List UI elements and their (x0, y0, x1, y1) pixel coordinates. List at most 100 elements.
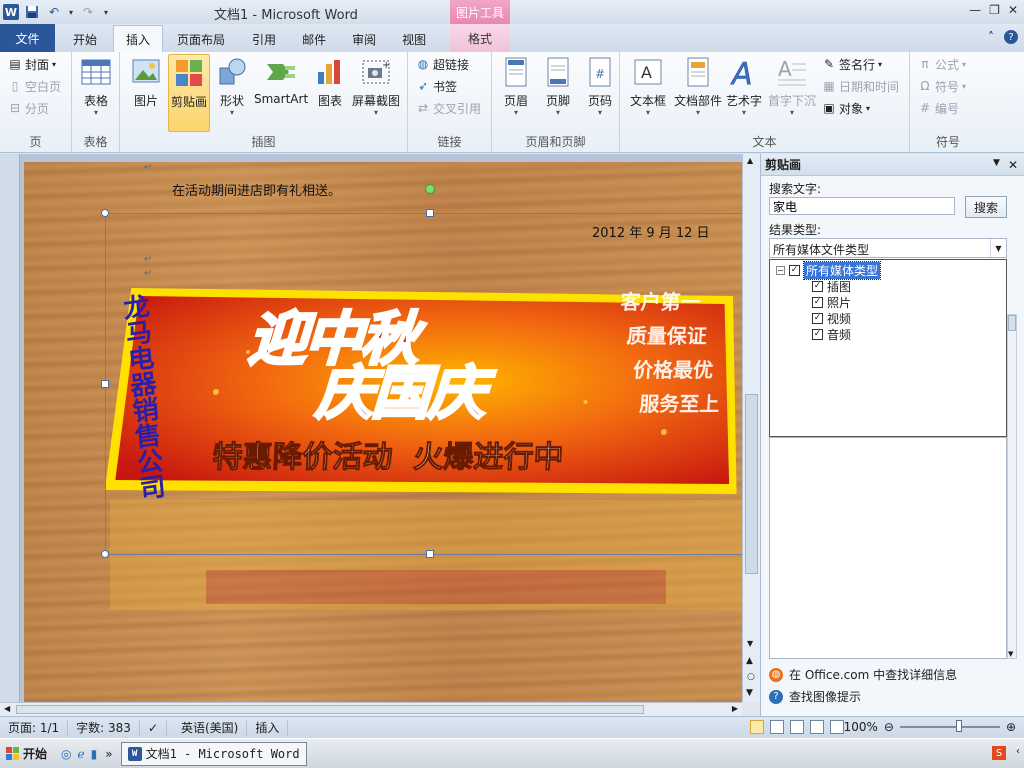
quick-launch-more-icon[interactable]: » (105, 747, 112, 761)
tab-insert[interactable]: 插入 (113, 25, 164, 52)
doc-date-line[interactable]: 2012 年 9 月 12 日 (592, 222, 710, 241)
picture-button[interactable]: 图片 (130, 56, 162, 109)
taskbar-word-window[interactable]: W 文档1 - Microsoft Word (120, 741, 307, 766)
results-scrollbar[interactable]: ▼ (1007, 314, 1017, 659)
resize-handle[interactable] (101, 380, 109, 388)
tree-item-videos[interactable]: ✓ 视频 (812, 310, 851, 327)
screenshot-button[interactable]: + 屏幕截图 ▾ (352, 56, 400, 117)
tab-review[interactable]: 审阅 (339, 26, 389, 52)
cross-reference-button[interactable]: ⇄ 交叉引用 (416, 98, 481, 118)
undo-icon[interactable]: ↶ (45, 3, 63, 21)
zoom-out-icon[interactable]: ⊖ (884, 720, 894, 734)
footer-button[interactable]: 页脚 ▾ (542, 56, 574, 117)
resize-handle[interactable] (426, 550, 434, 558)
cover-page-button[interactable]: ▤ 封面 ▾ (8, 54, 56, 74)
search-button[interactable]: 搜索 (965, 196, 1007, 218)
save-icon[interactable] (23, 3, 41, 21)
results-scroll-thumb[interactable] (1008, 315, 1016, 331)
chevron-down-icon[interactable]: ▼ (990, 239, 1006, 257)
proofing-icon[interactable]: ✓ (140, 719, 167, 736)
scroll-right-icon[interactable]: ▶ (732, 704, 738, 713)
promo-banner-image[interactable]: 龙马电器销售公司 迎中秋 庆国庆 特惠降价活动 火爆进行中 客户第一 质量保证 … (100, 282, 742, 505)
rotate-handle[interactable] (425, 184, 435, 194)
hyperlink-button[interactable]: ◍ 超链接 (416, 54, 469, 74)
image-tips-link[interactable]: ? 查找图像提示 (769, 688, 861, 705)
scroll-thumb[interactable] (745, 394, 758, 574)
horizontal-scrollbar[interactable]: ◀ ▶ (0, 702, 742, 716)
smartart-button[interactable]: SmartArt (254, 56, 308, 106)
prev-page-icon[interactable]: ▲ (746, 656, 753, 666)
header-button[interactable]: 页眉 ▾ (500, 56, 532, 117)
draft-icon[interactable] (830, 720, 844, 734)
collapse-icon[interactable]: − (776, 266, 785, 275)
checkbox-checked[interactable]: ✓ (789, 265, 800, 276)
outline-icon[interactable] (810, 720, 824, 734)
tab-view[interactable]: 视图 (389, 26, 439, 52)
chart-button[interactable]: 图表 (314, 56, 346, 109)
browse-object-icon[interactable]: ○ (747, 672, 755, 682)
blank-page-button[interactable]: ▯ 空白页 (8, 76, 61, 96)
page-number-button[interactable]: # 页码 ▾ (584, 56, 616, 117)
table-button[interactable]: 表格 ▾ (80, 56, 112, 117)
media-icon[interactable]: ▮ (91, 747, 98, 761)
result-type-select[interactable]: 所有媒体文件类型 ▼ (769, 238, 1007, 258)
signature-line-button[interactable]: ✎ 签名行 ▾ (822, 54, 882, 74)
quick-parts-button[interactable]: 文档部件 ▾ (674, 56, 722, 117)
scroll-up-icon[interactable]: ▲ (747, 156, 753, 165)
checkbox-checked[interactable]: ✓ (812, 313, 823, 324)
print-layout-icon[interactable] (750, 720, 764, 734)
results-list[interactable] (769, 437, 1007, 659)
next-page-icon[interactable]: ▼ (746, 688, 753, 698)
bookmark-button[interactable]: ➶ 书签 (416, 76, 457, 96)
hscroll-thumb[interactable] (16, 705, 644, 714)
pane-options-icon[interactable]: ▼ (993, 158, 1000, 172)
tab-file[interactable]: 文件 (0, 24, 55, 52)
symbol-button[interactable]: Ω 符号 ▾ (918, 76, 966, 96)
restore-icon[interactable]: ❐ (989, 3, 1000, 17)
zoom-slider-thumb[interactable] (955, 720, 962, 732)
vertical-scrollbar[interactable]: ▲ ▼ ▲ ○ ▼ (742, 154, 760, 702)
results-scroll-down-icon[interactable]: ▼ (1008, 650, 1013, 658)
zoom-level[interactable]: 100% (844, 720, 878, 734)
wordart-button[interactable]: A 艺术字 ▾ (726, 56, 762, 117)
minimize-icon[interactable]: — (969, 3, 981, 17)
browser-icon[interactable]: ℯ (78, 747, 85, 761)
status-insert-mode[interactable]: 插入 (247, 719, 289, 736)
resize-handle[interactable] (101, 209, 109, 217)
tab-home[interactable]: 开始 (55, 26, 113, 52)
object-button[interactable]: ▣ 对象 ▾ (822, 98, 870, 118)
dropcap-button[interactable]: A 首字下沉 ▾ (768, 56, 816, 117)
word-app-icon[interactable]: W (3, 4, 19, 20)
zoom-slider[interactable] (899, 720, 1000, 732)
tree-root[interactable]: − ✓ 所有媒体类型 (776, 261, 882, 280)
textbox-button[interactable]: A 文本框 ▾ (630, 56, 666, 117)
office-com-link[interactable]: ◍ 在 Office.com 中查找详细信息 (769, 666, 957, 683)
close-icon[interactable]: ✕ (1008, 3, 1018, 17)
search-input[interactable] (769, 197, 955, 215)
tree-item-illustrations[interactable]: ✓ 插图 (812, 278, 851, 295)
status-language[interactable]: 英语(美国) (167, 719, 248, 736)
status-page[interactable]: 页面: 1/1 (0, 719, 69, 736)
date-time-button[interactable]: ▦ 日期和时间 (822, 76, 899, 96)
resize-handle[interactable] (101, 550, 109, 558)
checkbox-checked[interactable]: ✓ (812, 297, 823, 308)
tab-mailings[interactable]: 邮件 (289, 26, 339, 52)
tab-references[interactable]: 引用 (239, 26, 289, 52)
tree-item-photos[interactable]: ✓ 照片 (812, 294, 851, 311)
redo-icon[interactable]: ↷ (79, 3, 97, 21)
minimize-ribbon-icon[interactable]: ˄ (988, 30, 994, 44)
tray-expand-icon[interactable]: ‹ (1016, 746, 1020, 757)
tab-format[interactable]: 格式 (450, 24, 510, 52)
quick-launch-icon[interactable]: ◎ (61, 747, 71, 761)
customize-qa-icon[interactable]: ▾ (101, 3, 111, 21)
number-button[interactable]: # 编号 (918, 98, 959, 118)
checkbox-checked[interactable]: ✓ (812, 329, 823, 340)
tree-item-audio[interactable]: ✓ 音频 (812, 326, 851, 343)
resize-handle[interactable] (426, 209, 434, 217)
shapes-button[interactable]: 形状 ▾ (216, 56, 248, 117)
clipart-button[interactable]: 剪贴画 (168, 54, 210, 132)
pane-close-icon[interactable]: ✕ (1008, 158, 1018, 172)
doc-text-line[interactable]: 在活动期间进店即有礼相送。 (172, 180, 341, 199)
tab-page-layout[interactable]: 页面布局 (163, 26, 239, 52)
page-break-button[interactable]: ⊟ 分页 (8, 98, 49, 118)
